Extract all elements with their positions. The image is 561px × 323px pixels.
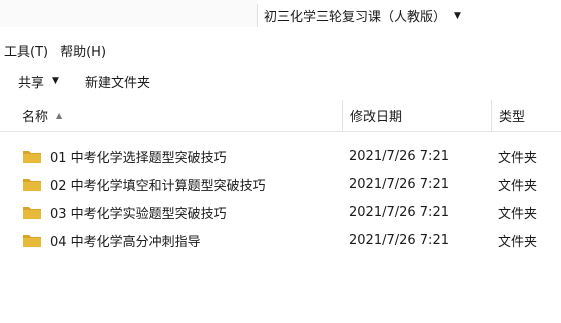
item-date: 2021/7/26 7:21 [349, 204, 449, 220]
menu-help[interactable]: 帮助(H) [56, 41, 110, 60]
toolbar: 共享 ▼ 新建文件夹 [0, 64, 561, 98]
item-type: 文件夹 [498, 206, 538, 222]
column-date-label: 修改日期 [350, 110, 403, 125]
folder-icon [23, 235, 41, 247]
address-bar[interactable]: 初三化学三轮复习课（人教版） ▼ [257, 4, 561, 27]
file-list: 01 中考化学选择题型突破技巧 2021/7/26 7:21 文件夹 02 中考… [0, 142, 561, 254]
menu-tools[interactable]: 工具(T) [0, 41, 52, 60]
new-folder-label: 新建文件夹 [84, 75, 150, 91]
share-label: 共享 [18, 75, 45, 91]
share-dropdown-icon: ▼ [52, 76, 59, 86]
address-bar-left-area [0, 0, 257, 27]
sort-ascending-icon: ▲ [56, 111, 63, 120]
item-name-cell: 04 中考化学高分冲刺指导 [22, 231, 201, 250]
column-name-label: 名称 [22, 110, 49, 125]
list-item[interactable]: 03 中考化学实验题型突破技巧 2021/7/26 7:21 文件夹 [0, 198, 561, 226]
list-item[interactable]: 04 中考化学高分冲刺指导 2021/7/26 7:21 文件夹 [0, 226, 561, 254]
column-name[interactable]: 名称 ▲ [0, 100, 342, 131]
list-item[interactable]: 01 中考化学选择题型突破技巧 2021/7/26 7:21 文件夹 [0, 142, 561, 170]
item-date: 2021/7/26 7:21 [349, 176, 449, 192]
item-type: 文件夹 [498, 234, 538, 250]
folder-icon [23, 151, 41, 163]
share-button[interactable]: 共享 ▼ [12, 68, 65, 95]
item-date: 2021/7/26 7:21 [349, 232, 449, 248]
column-header: 名称 ▲ 修改日期 类型 [0, 100, 561, 132]
column-date[interactable]: 修改日期 [342, 100, 491, 131]
item-date: 2021/7/26 7:21 [349, 148, 449, 164]
column-type-label: 类型 [499, 110, 526, 125]
column-type[interactable]: 类型 [491, 100, 561, 131]
item-name-cell: 02 中考化学填空和计算题型突破技巧 [22, 175, 266, 194]
item-type: 文件夹 [498, 150, 538, 166]
folder-icon [23, 207, 41, 219]
item-name: 02 中考化学填空和计算题型突破技巧 [50, 178, 266, 194]
address-dropdown-icon[interactable]: ▼ [454, 11, 461, 21]
item-name: 01 中考化学选择题型突破技巧 [50, 150, 227, 166]
folder-icon [23, 179, 41, 191]
item-type: 文件夹 [498, 178, 538, 194]
item-name: 04 中考化学高分冲刺指导 [50, 234, 201, 250]
new-folder-button[interactable]: 新建文件夹 [79, 68, 156, 95]
item-name-cell: 01 中考化学选择题型突破技巧 [22, 147, 227, 166]
menu-bar: 工具(T) 帮助(H) [0, 38, 114, 62]
item-name: 03 中考化学实验题型突破技巧 [50, 206, 227, 222]
item-name-cell: 03 中考化学实验题型突破技巧 [22, 203, 227, 222]
list-item[interactable]: 02 中考化学填空和计算题型突破技巧 2021/7/26 7:21 文件夹 [0, 170, 561, 198]
address-path[interactable]: 初三化学三轮复习课（人教版） [264, 6, 446, 25]
